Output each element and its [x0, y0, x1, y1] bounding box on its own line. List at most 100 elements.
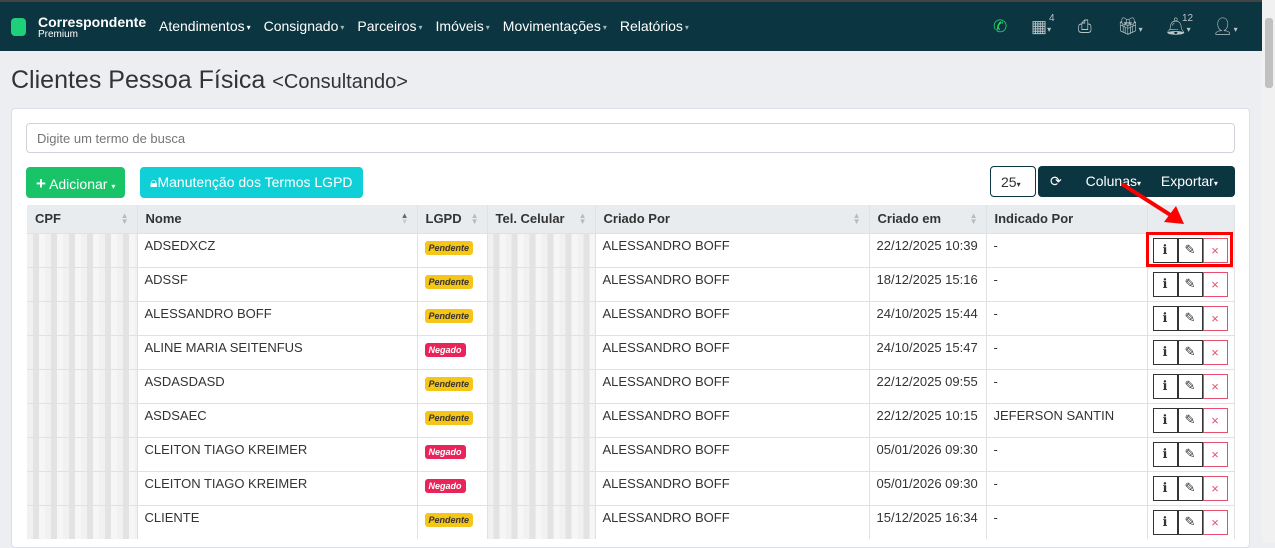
menu-label: Parceiros: [357, 18, 417, 34]
top-navbar: Correspondente Premium Atendimentos ▾ Consi…: [0, 0, 1262, 51]
cpf-cell-redacted: [27, 300, 138, 335]
indicado-cell: -: [986, 266, 1148, 301]
edit-button[interactable]: ✎: [1177, 373, 1203, 399]
print-icon[interactable]: ⎙: [1078, 17, 1092, 37]
refresh-icon[interactable]: ⟳: [1050, 173, 1062, 189]
criado-em-cell: 22/12/2025 10:15: [869, 402, 987, 437]
status-badge: Negado: [424, 444, 466, 459]
status-badge: Pendente: [424, 308, 474, 323]
user-icon[interactable]: 👤︎▾: [1212, 17, 1238, 37]
header-cpf[interactable]: CPF ▲ ▼: [27, 205, 138, 233]
criado-por-cell: ALESSANDRO BOFF: [595, 266, 870, 301]
table-row[interactable]: ADSEDXCZ Pendente ALESSANDRO BOFF 22/12/…: [27, 232, 1235, 267]
menu-item[interactable]: Atendimentos ▾: [159, 18, 251, 34]
brand[interactable]: Correspondente Premium: [38, 14, 146, 40]
lgpd-cell: Pendente: [417, 402, 488, 437]
whatsapp-icon[interactable]: ✆: [993, 17, 1007, 37]
status-badge: Negado: [424, 478, 466, 493]
page-size-select[interactable]: 25▾: [990, 166, 1036, 197]
delete-button[interactable]: ×: [1202, 441, 1228, 467]
delete-button[interactable]: ×: [1202, 305, 1228, 331]
cpf-cell-redacted: [27, 470, 138, 505]
highlight-box: [1146, 232, 1233, 267]
scrollbar[interactable]: [1262, 0, 1275, 543]
menu-item[interactable]: Movimentações ▾: [503, 18, 607, 34]
cpf-cell-redacted: [27, 402, 138, 437]
brand-name: Correspondente: [38, 14, 147, 30]
criado-por-cell: ALESSANDRO BOFF: [595, 504, 870, 539]
edit-button[interactable]: ✎: [1177, 305, 1203, 331]
delete-button[interactable]: ×: [1202, 271, 1228, 297]
header-nome[interactable]: Nome ▲ ▼: [137, 205, 418, 233]
delete-button[interactable]: ×: [1202, 339, 1228, 365]
title-text: Clientes Pessoa Física: [11, 66, 266, 94]
nome-cell: ASDASDASD: [137, 368, 418, 403]
nome-cell: ADSEDXCZ: [137, 232, 418, 267]
info-button[interactable]: ℹ: [1152, 509, 1178, 535]
edit-button[interactable]: ✎: [1177, 339, 1203, 365]
table-row[interactable]: ADSSF Pendente ALESSANDRO BOFF 18/12/202…: [27, 266, 1235, 301]
menu-item[interactable]: Parceiros ▾: [357, 18, 422, 34]
menu-item[interactable]: Consignado ▾: [264, 18, 345, 34]
table-row[interactable]: ALINE MARIA SEITENFUS Negado ALESSANDRO …: [27, 334, 1235, 369]
menu-item[interactable]: Relatórios ▾: [620, 18, 689, 34]
delete-button[interactable]: ×: [1202, 407, 1228, 433]
table-row[interactable]: ASDSAEC Pendente ALESSANDRO BOFF 22/12/2…: [27, 402, 1235, 437]
table-row[interactable]: CLEITON TIAGO KREIMER Negado ALESSANDRO …: [27, 470, 1235, 505]
table-row[interactable]: CLIENTE Pendente ALESSANDRO BOFF 15/12/2…: [27, 504, 1235, 539]
edit-button[interactable]: ✎: [1177, 509, 1203, 535]
delete-button[interactable]: ×: [1202, 475, 1228, 501]
header-label: CPF: [35, 211, 61, 227]
table-row[interactable]: CLEITON TIAGO KREIMER Negado ALESSANDRO …: [27, 436, 1235, 471]
indicado-cell: -: [986, 436, 1148, 471]
criado-em-cell: 15/12/2025 16:34: [869, 504, 987, 539]
actions-cell: ℹ ✎ ×: [1147, 436, 1235, 471]
lgpd-cell: Negado: [417, 334, 488, 369]
lgpd-cell: Pendente: [417, 300, 488, 335]
header-label: LGPD: [425, 211, 462, 227]
delete-button[interactable]: ×: [1202, 373, 1228, 399]
info-button[interactable]: ℹ: [1152, 373, 1178, 399]
info-button[interactable]: ℹ: [1152, 271, 1178, 297]
header-lgpd[interactable]: LGPD ▲ ▼: [417, 205, 488, 233]
menu-label: Imóveis: [435, 18, 484, 34]
info-button[interactable]: ℹ: [1152, 475, 1178, 501]
header-tel[interactable]: Tel. Celular ▲ ▼: [487, 205, 596, 233]
edit-button[interactable]: ✎: [1177, 407, 1203, 433]
gift-icon[interactable]: 🎁︎▾: [1117, 17, 1143, 37]
search-input[interactable]: [26, 123, 1235, 153]
edit-button[interactable]: ✎: [1177, 441, 1203, 467]
add-button[interactable]: + Adicionar ▾: [26, 167, 126, 198]
menu-label: Atendimentos: [159, 18, 245, 34]
cpf-cell-redacted: [27, 232, 138, 267]
header-label: Indicado Por: [994, 211, 1074, 227]
menu-label: Movimentações: [502, 18, 601, 34]
info-button[interactable]: ℹ: [1152, 441, 1178, 467]
header-criado-por[interactable]: Criado Por ▲ ▼: [595, 205, 870, 233]
status-badge: Pendente: [424, 410, 474, 425]
table-row[interactable]: ASDASDASD Pendente ALESSANDRO BOFF 22/12…: [27, 368, 1235, 403]
status-badge: Pendente: [424, 512, 474, 527]
criado-em-cell: 22/12/2025 10:39: [869, 232, 987, 267]
header-label: Tel. Celular: [495, 211, 565, 227]
logo-icon: [11, 18, 26, 36]
nome-cell: ADSSF: [137, 266, 418, 301]
delete-button[interactable]: ×: [1202, 509, 1228, 535]
header-criado-em[interactable]: Criado em ▲ ▼: [869, 205, 987, 233]
criado-por-cell: ALESSANDRO BOFF: [595, 402, 870, 437]
lgpd-cell: Pendente: [417, 504, 488, 539]
info-button[interactable]: ℹ: [1152, 339, 1178, 365]
criado-em-cell: 24/10/2025 15:47: [869, 334, 987, 369]
info-button[interactable]: ℹ: [1152, 407, 1178, 433]
table-row[interactable]: ALESSANDRO BOFF Pendente ALESSANDRO BOFF…: [27, 300, 1235, 335]
edit-button[interactable]: ✎: [1177, 475, 1203, 501]
arrow-annotation: [1120, 182, 1184, 224]
menu-item[interactable]: Imóveis ▾: [436, 18, 490, 34]
info-button[interactable]: ℹ: [1152, 305, 1178, 331]
page-mode: <Consultando>: [272, 71, 408, 93]
tel-cell-redacted: [487, 266, 596, 301]
edit-button[interactable]: ✎: [1177, 271, 1203, 297]
lgpd-terms-button[interactable]: 🔒︎Manutenção dos Termos LGPD: [140, 167, 363, 198]
header-label: Criado Por: [603, 211, 670, 227]
lgpd-cell: Pendente: [417, 232, 488, 267]
